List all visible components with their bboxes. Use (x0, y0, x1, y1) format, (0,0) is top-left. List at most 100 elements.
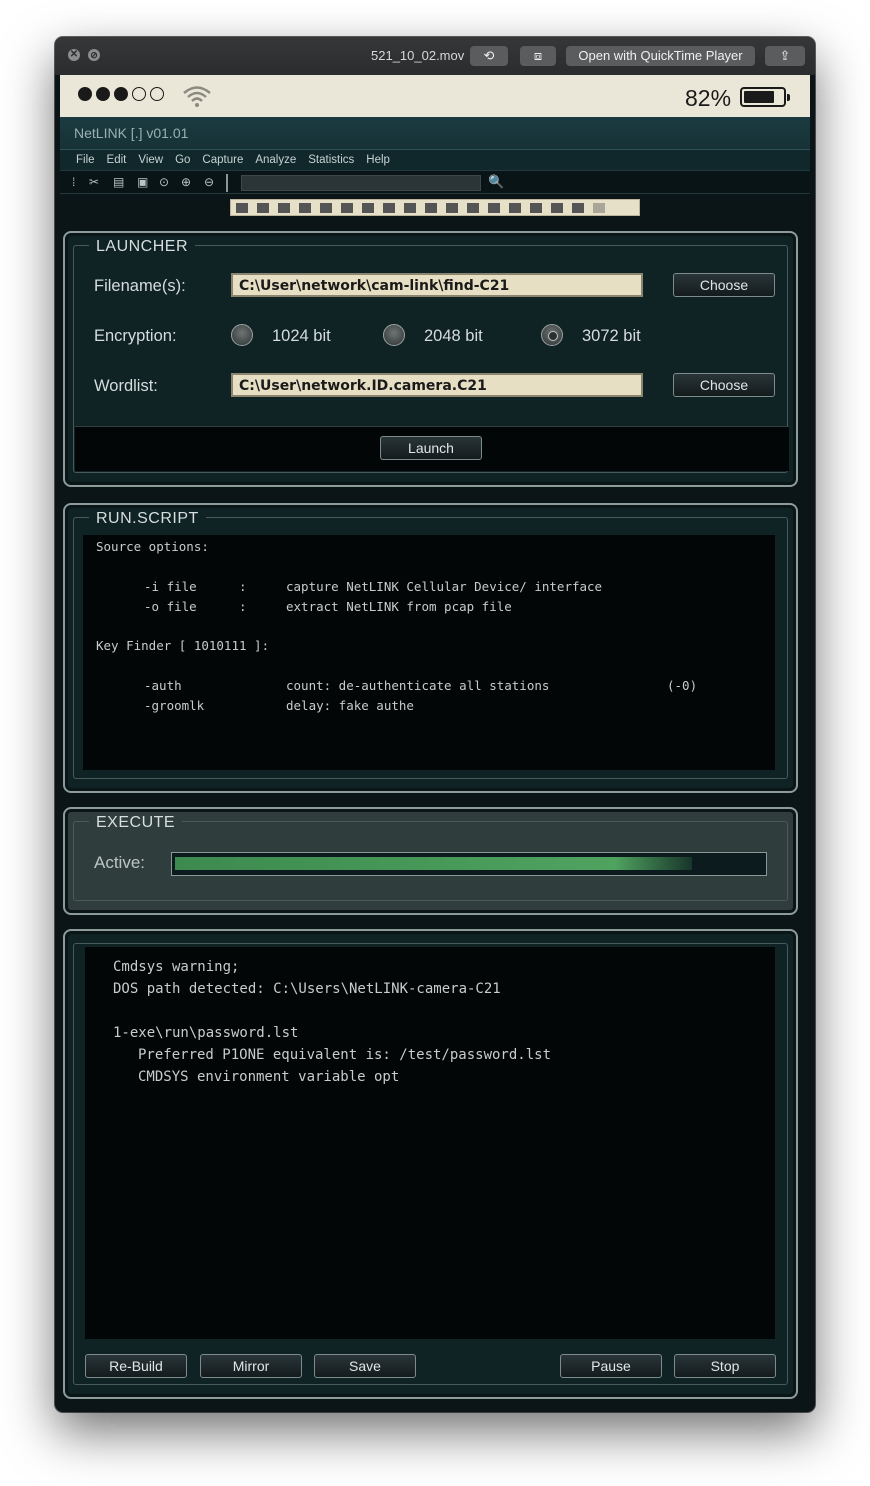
option-o-desc: extract NetLINK from pcap file (286, 599, 512, 614)
toolbar-separator (226, 174, 228, 192)
launcher-panel: LAUNCHER Filename(s): C:\User\network\ca… (63, 231, 798, 487)
toolbar: ⁞ ✂ ▤ ▣ ⊙ ⊕ ⊖ 🔍 (60, 170, 810, 194)
option-o-sep: : (239, 599, 247, 614)
progress-segment (530, 202, 542, 213)
menu-file[interactable]: File (76, 154, 95, 166)
active-label: Active: (94, 853, 146, 872)
share-icon[interactable]: ⇪ (765, 46, 805, 66)
capture-progress-strip (230, 199, 640, 216)
radio-3072-label: 3072 bit (582, 327, 641, 345)
key-auth-desc: count: de-authenticate all stations (286, 678, 550, 693)
radio-2048[interactable] (383, 324, 405, 346)
key-auth-flag: -auth (144, 678, 182, 693)
menu-bar: File Edit View Go Capture Analyze Statis… (60, 150, 810, 170)
option-i-sep: : (239, 579, 247, 594)
output-line-5: CMDSYS environment variable opt (138, 1069, 400, 1085)
zoom-out-icon[interactable]: ⊖ (204, 175, 214, 189)
signal-dot (114, 87, 128, 101)
output-line-4: Preferred P1ONE equivalent is: /test/pas… (138, 1047, 552, 1063)
rotate-icon[interactable]: ⟲ (470, 46, 508, 66)
progress-segment (509, 202, 521, 213)
zoom-in-icon[interactable]: ⊕ (181, 175, 191, 189)
signal-dot (132, 87, 146, 101)
option-i-desc: capture NetLINK Cellular Device/ interfa… (286, 579, 603, 594)
source-options-header: Source options: (96, 539, 209, 554)
phone-status-bar: 82% (60, 75, 810, 117)
launch-button[interactable]: Launch (380, 436, 482, 460)
toolbar-search-input[interactable] (241, 175, 481, 191)
launch-bar: Launch (75, 426, 789, 471)
option-o-flag: -o file (144, 599, 197, 614)
app-title: NetLINK [.] v01.01 (74, 125, 189, 141)
signal-dot (96, 87, 110, 101)
app-titlebar: NetLINK [.] v01.01 (60, 117, 810, 150)
output-line-3: 1-exe\run\password.lst (113, 1025, 299, 1041)
battery-percentage: 82% (685, 85, 732, 111)
menu-help[interactable]: Help (366, 154, 390, 166)
pause-button[interactable]: Pause (560, 1354, 662, 1378)
key-auth-extra: (-0) (667, 678, 698, 693)
run-script-title: RUN.SCRIPT (89, 510, 206, 528)
option-i-flag: -i file (144, 579, 197, 594)
quicktime-window: ✕ ⊘ 521_10_02.mov ⟲ ⧈ Open with QuickTim… (55, 37, 815, 1412)
progress-segment (404, 202, 416, 213)
save-button[interactable]: Save (314, 1354, 416, 1378)
radio-1024-label: 1024 bit (272, 327, 331, 345)
output-line-2: DOS path detected: C:\Users\NetLINK-came… (113, 981, 501, 997)
stop-button[interactable]: Stop (674, 1354, 776, 1378)
choose-wordlist-button[interactable]: Choose (673, 373, 775, 397)
progress-segment (383, 202, 395, 213)
launcher-title: LAUNCHER (89, 238, 196, 256)
tools-icon[interactable]: ✂ (89, 175, 99, 189)
rebuild-button[interactable]: Re-Build (85, 1354, 187, 1378)
filename-field[interactable]: C:\User\network\cam-link\find-C21 (231, 273, 643, 297)
encryption-label: Encryption: (94, 327, 177, 345)
output-console: Cmdsys warning; DOS path detected: C:\Us… (85, 947, 775, 1339)
radio-2048-label: 2048 bit (424, 327, 483, 345)
output-panel: Cmdsys warning; DOS path detected: C:\Us… (63, 929, 798, 1399)
menu-analyze[interactable]: Analyze (255, 154, 296, 166)
progress-segment (278, 202, 290, 213)
close-window-icon[interactable]: ✕ (68, 49, 80, 61)
radio-1024[interactable] (231, 324, 253, 346)
progress-segment (362, 202, 374, 213)
signal-dot (150, 87, 164, 101)
menu-view[interactable]: View (138, 154, 163, 166)
key-groomlk-desc: delay: fake authe (286, 698, 414, 713)
active-progress-bar (171, 852, 767, 876)
progress-segment (551, 202, 563, 213)
battery-icon (740, 87, 790, 107)
wordlist-label: Wordlist: (94, 377, 158, 395)
menu-go[interactable]: Go (175, 154, 190, 166)
zoom-icon[interactable]: ⊙ (159, 175, 169, 189)
open-file-icon[interactable]: ▤ (113, 175, 124, 189)
progress-segment (341, 202, 353, 213)
wordlist-field[interactable]: C:\User\network.ID.camera.C21 (231, 373, 643, 397)
video-filename: 521_10_02.mov (371, 48, 465, 63)
signal-strength (78, 87, 164, 101)
filename-label: Filename(s): (94, 277, 186, 295)
progress-segment (593, 202, 605, 213)
grip-icon: ⁞ (72, 175, 76, 189)
progress-segment (446, 202, 458, 213)
menu-edit[interactable]: Edit (107, 154, 127, 166)
minimize-window-icon[interactable]: ⊘ (88, 49, 100, 61)
choose-filename-button[interactable]: Choose (673, 273, 775, 297)
quicktime-titlebar: ✕ ⊘ 521_10_02.mov ⟲ ⧈ Open with QuickTim… (55, 37, 815, 75)
progress-segment (467, 202, 479, 213)
search-icon[interactable]: 🔍 (488, 174, 504, 190)
wifi-icon (183, 86, 211, 107)
progress-segment (320, 202, 332, 213)
menu-statistics[interactable]: Statistics (308, 154, 354, 166)
trim-icon[interactable]: ⧈ (520, 46, 556, 66)
progress-segment (257, 202, 269, 213)
mirror-button[interactable]: Mirror (200, 1354, 302, 1378)
save-file-icon[interactable]: ▣ (137, 175, 148, 189)
progress-segment (572, 202, 584, 213)
key-groomlk-flag: -groomlk (144, 698, 205, 713)
progress-segment (425, 202, 437, 213)
output-line-1: Cmdsys warning; (113, 959, 240, 975)
open-with-quicktime-button[interactable]: Open with QuickTime Player (566, 46, 755, 66)
menu-capture[interactable]: Capture (202, 154, 243, 166)
radio-3072[interactable] (541, 324, 563, 346)
